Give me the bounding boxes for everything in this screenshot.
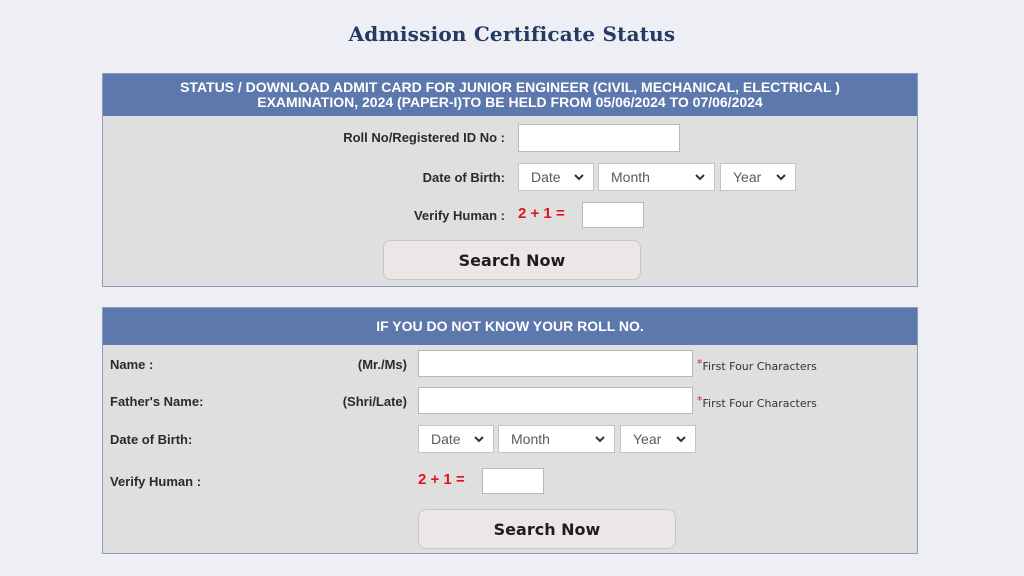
chevron-down-icon <box>776 174 786 181</box>
chevron-down-icon <box>474 436 484 443</box>
father-name-prefix: (Shri/Late) <box>342 394 407 409</box>
captcha-question: 2 + 1 = <box>518 205 565 222</box>
name-input[interactable] <box>418 350 693 377</box>
panel-header: STATUS / DOWNLOAD ADMIT CARD FOR JUNIOR … <box>103 74 917 116</box>
father-name-hint: *First Four Characters <box>697 394 817 410</box>
chevron-down-icon <box>695 174 705 181</box>
page-title: Admission Certificate Status <box>348 22 676 46</box>
dob-month-value: Month <box>611 169 650 185</box>
dob-date-select[interactable]: Date <box>518 163 594 191</box>
chevron-down-icon <box>574 174 584 181</box>
roll-number-input[interactable] <box>518 124 680 152</box>
dob-year-select[interactable]: Year <box>620 425 696 453</box>
father-name-input[interactable] <box>418 387 693 414</box>
panel-header: IF YOU DO NOT KNOW YOUR ROLL NO. <box>103 308 917 345</box>
captcha-input[interactable] <box>482 468 544 494</box>
dob-month-select[interactable]: Month <box>598 163 715 191</box>
dob-label: Date of Birth: <box>422 170 505 185</box>
roll-number-label: Roll No/Registered ID No : <box>343 130 505 145</box>
dob-month-value: Month <box>511 431 550 447</box>
dob-date-value: Date <box>531 169 561 185</box>
name-hint-text: First Four Characters <box>702 360 817 373</box>
captcha-question: 2 + 1 = <box>418 471 465 488</box>
roll-lookup-panel: IF YOU DO NOT KNOW YOUR ROLL NO. Name : … <box>102 307 918 554</box>
dob-month-select[interactable]: Month <box>498 425 615 453</box>
dob-date-select[interactable]: Date <box>418 425 494 453</box>
name-prefix: (Mr./Ms) <box>357 357 407 372</box>
father-name-label: Father's Name: <box>110 394 204 409</box>
dob-label: Date of Birth: <box>110 432 193 447</box>
father-name-hint-text: First Four Characters <box>702 397 817 410</box>
name-hint: *First Four Characters <box>697 357 817 373</box>
dob-date-value: Date <box>431 431 461 447</box>
name-label: Name : <box>110 357 154 372</box>
chevron-down-icon <box>676 436 686 443</box>
dob-year-value: Year <box>733 169 762 185</box>
dob-year-value: Year <box>633 431 662 447</box>
header-line-2: EXAMINATION, 2024 (PAPER-I)TO BE HELD FR… <box>257 94 763 110</box>
admit-card-search-panel: STATUS / DOWNLOAD ADMIT CARD FOR JUNIOR … <box>102 73 918 287</box>
chevron-down-icon <box>595 436 605 443</box>
search-now-button[interactable]: Search Now <box>418 509 676 549</box>
header-line-1: STATUS / DOWNLOAD ADMIT CARD FOR JUNIOR … <box>180 79 840 95</box>
search-now-button[interactable]: Search Now <box>383 240 641 280</box>
captcha-input[interactable] <box>582 202 644 228</box>
verify-human-label: Verify Human : <box>110 474 202 489</box>
dob-year-select[interactable]: Year <box>720 163 796 191</box>
verify-human-label: Verify Human : <box>413 208 505 223</box>
